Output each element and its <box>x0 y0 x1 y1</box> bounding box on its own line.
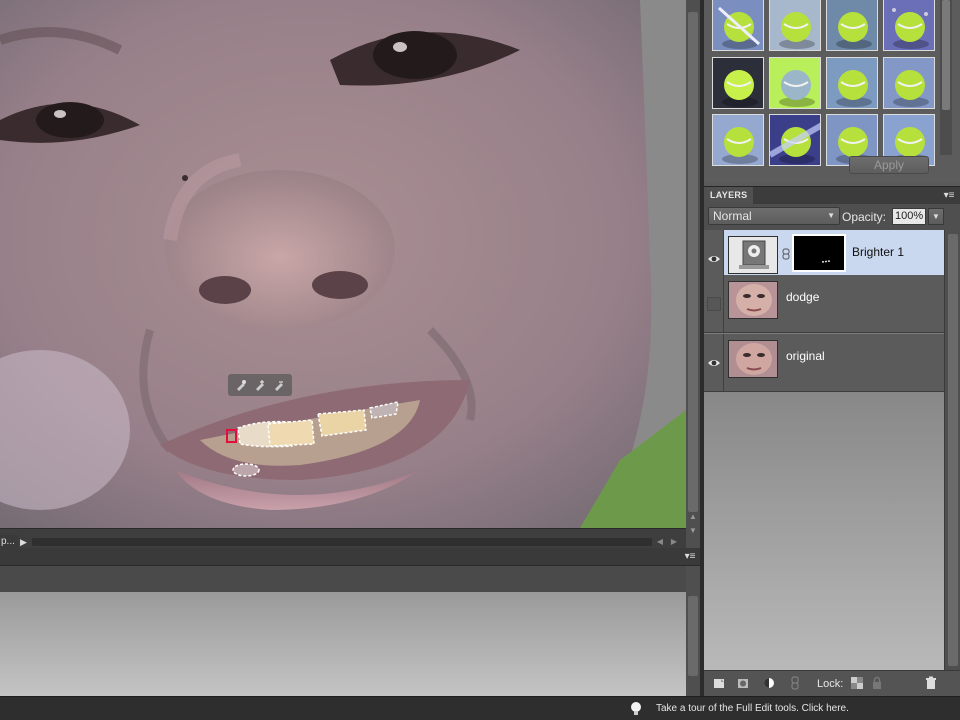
quick-selection-subtract-icon[interactable] <box>272 378 286 392</box>
bin-panel-menu-icon[interactable]: ▾≡ <box>684 551 696 563</box>
quick-selection-add-icon[interactable] <box>253 378 267 392</box>
effects-thumbnail-grid <box>712 0 940 166</box>
layer-row-original[interactable]: original <box>704 334 944 392</box>
effect-thumbnail[interactable] <box>883 0 935 51</box>
effect-thumbnail[interactable] <box>769 0 821 51</box>
delete-layer-icon[interactable] <box>924 676 938 690</box>
layers-panel-menu-icon[interactable]: ▾≡ <box>942 189 956 202</box>
scroll-down-icon[interactable]: ▼ <box>688 526 698 536</box>
project-bin-area[interactable] <box>0 592 686 696</box>
lock-transparency-icon[interactable] <box>850 676 864 690</box>
scroll-right-icon[interactable]: ▶ <box>668 536 680 548</box>
effect-thumbnail[interactable] <box>769 114 821 166</box>
quick-selection-toolbar <box>228 374 292 396</box>
effects-scrollbar[interactable] <box>940 0 952 155</box>
link-layers-icon[interactable] <box>788 676 802 690</box>
hidden-layer-box[interactable] <box>707 297 721 311</box>
layer-mask-thumbnail[interactable] <box>792 234 846 272</box>
quick-selection-icon[interactable] <box>234 378 248 392</box>
effect-thumbnail[interactable] <box>826 57 878 109</box>
layer-visibility-cell[interactable] <box>704 275 724 333</box>
image-canvas[interactable] <box>0 0 686 528</box>
eye-icon[interactable] <box>707 252 721 266</box>
blend-mode-dropdown[interactable]: Normal ▼ <box>708 207 840 225</box>
opacity-slider-toggle-icon[interactable]: ▼ <box>928 208 944 225</box>
layer-name[interactable]: dodge <box>786 275 819 333</box>
opacity-field[interactable]: 100% <box>892 208 926 225</box>
canvas-vertical-scrollbar[interactable]: ▲ ▼ <box>686 0 700 548</box>
layers-panel-header: LAYERS ▾≡ <box>704 186 960 204</box>
layers-options-bar: Normal ▼ Opacity: 100% ▼ <box>704 204 960 230</box>
lightbulb-icon <box>631 702 641 715</box>
lock-label: Lock: <box>817 678 844 690</box>
layers-footer-toolbar: Lock: <box>704 670 960 696</box>
scroll-thumb[interactable] <box>948 234 958 666</box>
new-layer-icon[interactable] <box>712 676 726 690</box>
effect-thumbnail[interactable] <box>712 57 764 109</box>
photo-face <box>0 0 686 528</box>
effects-panel: Apply <box>704 0 960 183</box>
link-icon[interactable] <box>782 248 790 260</box>
opacity-label: Opacity: <box>842 210 887 224</box>
apply-button[interactable]: Apply <box>849 156 929 174</box>
status-menu-arrow-icon[interactable]: ▶ <box>20 536 30 548</box>
zoom-field[interactable]: p... <box>0 535 18 549</box>
tour-link[interactable]: Take a tour of the Full Edit tools. Clic… <box>656 701 849 717</box>
project-bin-header: ▾≡ <box>0 548 700 566</box>
layer-visibility-cell[interactable] <box>704 334 724 392</box>
effect-thumbnail[interactable] <box>712 114 764 166</box>
layer-name[interactable]: original <box>786 334 825 392</box>
layers-scrollbar[interactable] <box>944 230 960 670</box>
eye-icon[interactable] <box>707 356 721 370</box>
scroll-thumb[interactable] <box>688 596 698 676</box>
scroll-thumb[interactable] <box>688 12 698 512</box>
layer-thumbnail <box>728 281 778 319</box>
layers-list: Brighter 1 dodge original <box>704 230 944 670</box>
layer-thumbnail <box>728 340 778 378</box>
canvas-horizontal-scrollbar[interactable] <box>32 538 652 546</box>
layers-tab[interactable]: LAYERS <box>704 187 754 204</box>
tip-bar: Take a tour of the Full Edit tools. Clic… <box>0 696 960 720</box>
adjustment-gear-icon <box>739 240 769 269</box>
layer-row-dodge[interactable]: dodge <box>704 275 944 333</box>
adjustment-layer-thumbnail <box>728 236 778 274</box>
photoshop-elements-window: ▲ ▼ p... ▶ ◀ ▶ ▾≡ Apply LAYERS ▾≡ Normal… <box>0 0 960 720</box>
scroll-left-icon[interactable]: ◀ <box>654 536 666 548</box>
chevron-down-icon: ▼ <box>827 211 835 220</box>
add-layer-mask-icon[interactable] <box>736 676 750 690</box>
lock-all-icon[interactable] <box>870 676 884 690</box>
project-bin-toolbar <box>0 566 686 592</box>
bin-vertical-scrollbar[interactable] <box>686 566 700 696</box>
effect-thumbnail[interactable] <box>769 57 821 109</box>
scroll-up-icon[interactable]: ▲ <box>688 512 698 522</box>
scroll-thumb[interactable] <box>942 0 950 110</box>
adjustment-layer-icon[interactable] <box>762 676 776 690</box>
effect-thumbnail[interactable] <box>883 57 935 109</box>
blend-mode-value: Normal <box>713 209 752 223</box>
effect-thumbnail[interactable] <box>712 0 764 51</box>
effect-thumbnail[interactable] <box>826 0 878 51</box>
canvas-status-bar: p... ▶ ◀ ▶ <box>0 528 686 549</box>
